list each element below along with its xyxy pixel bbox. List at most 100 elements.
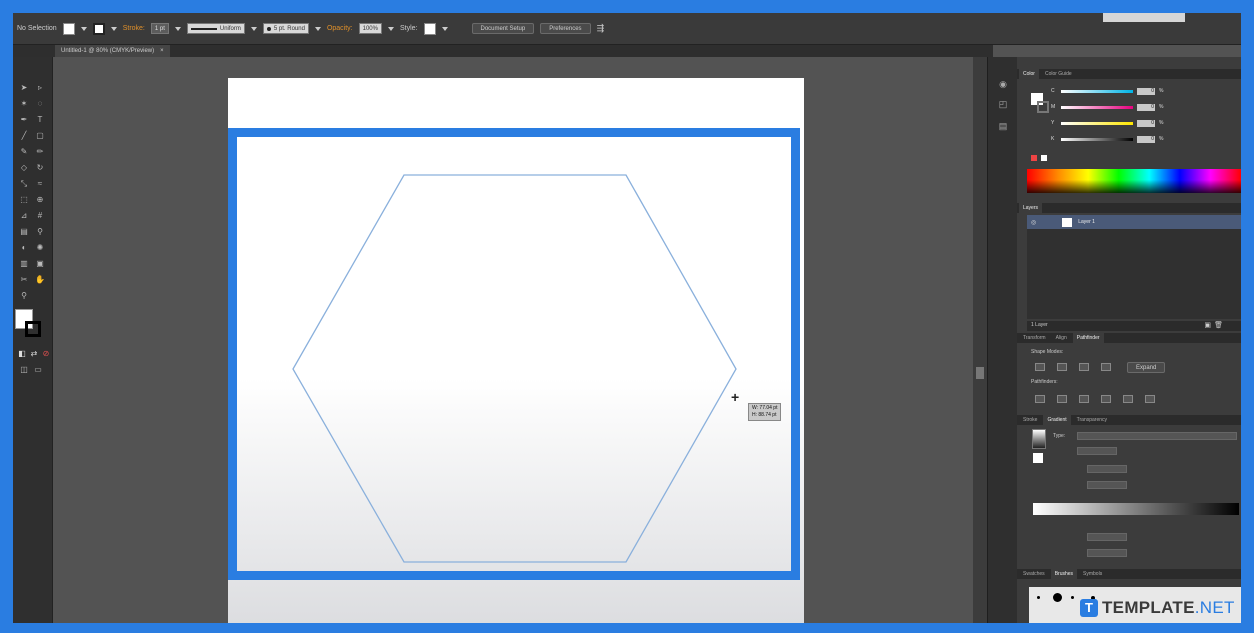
intersect-icon[interactable] (1079, 363, 1089, 371)
none-color-icon[interactable]: ⊘ (41, 349, 51, 359)
tab-layers[interactable]: Layers (1019, 203, 1043, 213)
color-stroke-proxy[interactable] (1037, 101, 1049, 113)
screen-mode-icon[interactable]: ▭ (33, 365, 43, 375)
selection-tool-icon[interactable]: ➤ (19, 83, 29, 93)
unite-icon[interactable] (1035, 363, 1045, 371)
preferences-button[interactable]: Preferences (540, 23, 591, 34)
slice-icon[interactable]: ✂ (19, 275, 29, 285)
cyan-track[interactable] (1061, 89, 1133, 93)
brush-large-icon[interactable] (1053, 593, 1062, 602)
minus-front-icon[interactable] (1057, 363, 1067, 371)
brush-definition-dropdown[interactable]: 5 pt. Round (262, 23, 309, 34)
tab-color[interactable]: Color (1019, 69, 1039, 79)
opacity-field[interactable]: 100% (358, 23, 382, 34)
crop-icon[interactable] (1101, 395, 1111, 403)
black-track[interactable] (1061, 137, 1133, 141)
mesh-icon[interactable]: # (35, 211, 45, 221)
tab-align[interactable]: Align (1052, 333, 1071, 343)
stroke-label[interactable]: Stroke: (123, 25, 145, 32)
pencil-icon[interactable]: ✏ (35, 147, 45, 157)
tab-gradient[interactable]: Gradient (1043, 415, 1071, 425)
gradient-location-field[interactable] (1087, 549, 1127, 557)
stroke-color-box[interactable] (25, 321, 41, 337)
close-icon[interactable]: × (160, 48, 164, 54)
out-of-gamut-icon[interactable] (1031, 155, 1037, 161)
gradient-type-dropdown[interactable] (1077, 432, 1237, 440)
new-layer-icon[interactable]: ▣ (1204, 321, 1211, 329)
cyan-value[interactable]: 0 (1137, 87, 1155, 95)
cyan-slider[interactable]: C 0 % (1051, 87, 1171, 95)
stroke-weight-field[interactable]: 1 pt (150, 23, 169, 34)
canvas-area[interactable]: + W: 77.04 pt H: 88.74 pt (53, 57, 987, 623)
perspective-icon[interactable]: ⊿ (19, 211, 29, 221)
lasso-icon[interactable]: ◌ (35, 99, 45, 109)
trash-icon[interactable]: 🗑 (1214, 321, 1223, 329)
variable-width-profile-dropdown[interactable]: Uniform (186, 23, 245, 34)
brush-tiny-icon[interactable] (1071, 596, 1074, 599)
expand-button[interactable]: Expand (1127, 362, 1166, 373)
gradient-icon[interactable]: ▤ (19, 227, 29, 237)
exclude-icon[interactable] (1101, 363, 1111, 371)
pen-tool-icon[interactable]: ✒ (19, 115, 29, 125)
shape-builder-icon[interactable]: ⊕ (35, 195, 45, 205)
chevron-down-icon[interactable] (387, 26, 394, 31)
vertical-scrollbar[interactable] (973, 57, 987, 623)
scale-icon[interactable]: ⤡ (19, 179, 29, 189)
magic-wand-icon[interactable]: ✶ (19, 99, 29, 109)
color-panel-icon[interactable]: ◉ (997, 79, 1009, 89)
yellow-track[interactable] (1061, 121, 1133, 125)
merge-icon[interactable] (1079, 395, 1089, 403)
gradient-fill-swatch[interactable] (1033, 453, 1043, 463)
arrange-documents-icon[interactable]: ⇶ (597, 23, 605, 34)
magenta-track[interactable] (1061, 105, 1133, 109)
gradient-aspect-field[interactable] (1087, 481, 1127, 489)
eyedropper-icon[interactable]: ⚲ (35, 227, 45, 237)
chevron-down-icon[interactable] (250, 26, 257, 31)
document-tab[interactable]: Untitled-1 @ 80% (CMYK/Preview) × (55, 45, 170, 57)
symbol-sprayer-icon[interactable]: ✺ (35, 243, 45, 253)
chevron-down-icon[interactable] (110, 26, 117, 31)
white-swatch-icon[interactable] (1041, 155, 1047, 161)
graph-icon[interactable]: ▥ (19, 259, 29, 269)
black-slider[interactable]: K 0 % (1051, 135, 1171, 143)
zoom-icon[interactable]: ⚲ (19, 291, 29, 301)
chevron-down-icon[interactable] (174, 26, 181, 31)
yellow-value[interactable]: 0 (1137, 119, 1155, 127)
chevron-down-icon[interactable] (80, 26, 87, 31)
tab-brushes[interactable]: Brushes (1050, 569, 1078, 579)
black-value[interactable]: 0 (1137, 135, 1155, 143)
layer-row[interactable]: ◎ Layer 1 (1027, 215, 1241, 229)
chevron-down-icon[interactable] (314, 26, 321, 31)
document-setup-button[interactable]: Document Setup (471, 23, 535, 34)
hand-icon[interactable]: ✋ (35, 275, 45, 285)
opacity-label[interactable]: Opacity: (327, 25, 353, 32)
rotate-icon[interactable]: ↻ (35, 163, 45, 173)
tab-stroke[interactable]: Stroke (1019, 415, 1041, 425)
magenta-slider[interactable]: M 0 % (1051, 103, 1171, 111)
scrollbar-thumb[interactable] (976, 367, 984, 379)
tab-swatches[interactable]: Swatches (1019, 569, 1049, 579)
gradient-slider[interactable] (1033, 503, 1239, 515)
paintbrush-icon[interactable]: ✎ (19, 147, 29, 157)
layer-name[interactable]: Layer 1 (1078, 219, 1095, 225)
rectangle-tool-icon[interactable]: ▢ (35, 131, 45, 141)
eraser-icon[interactable]: ◇ (19, 163, 29, 173)
color-spectrum[interactable] (1027, 169, 1241, 193)
workspace-switcher[interactable] (1103, 13, 1185, 22)
gradient-opacity-field[interactable] (1087, 533, 1127, 541)
tab-transparency[interactable]: Transparency (1073, 415, 1111, 425)
free-transform-icon[interactable]: ⬚ (19, 195, 29, 205)
gradient-angle-field[interactable] (1087, 465, 1127, 473)
tab-color-guide[interactable]: Color Guide (1041, 69, 1076, 79)
gradient-stroke-field[interactable] (1077, 447, 1117, 455)
default-colors-icon[interactable]: ◧ (17, 349, 27, 359)
direct-selection-tool-icon[interactable]: ▹ (35, 83, 45, 93)
line-tool-icon[interactable]: ╱ (19, 131, 29, 141)
type-tool-icon[interactable]: T (35, 115, 45, 125)
drawing-mode-icon[interactable]: ◫ (19, 365, 29, 375)
gradient-preview[interactable] (1032, 429, 1046, 449)
graphic-style-swatch[interactable] (423, 22, 436, 35)
artboard-icon[interactable]: ▣ (35, 259, 45, 269)
tab-symbols[interactable]: Symbols (1079, 569, 1106, 579)
stroke-swatch[interactable] (92, 22, 105, 35)
